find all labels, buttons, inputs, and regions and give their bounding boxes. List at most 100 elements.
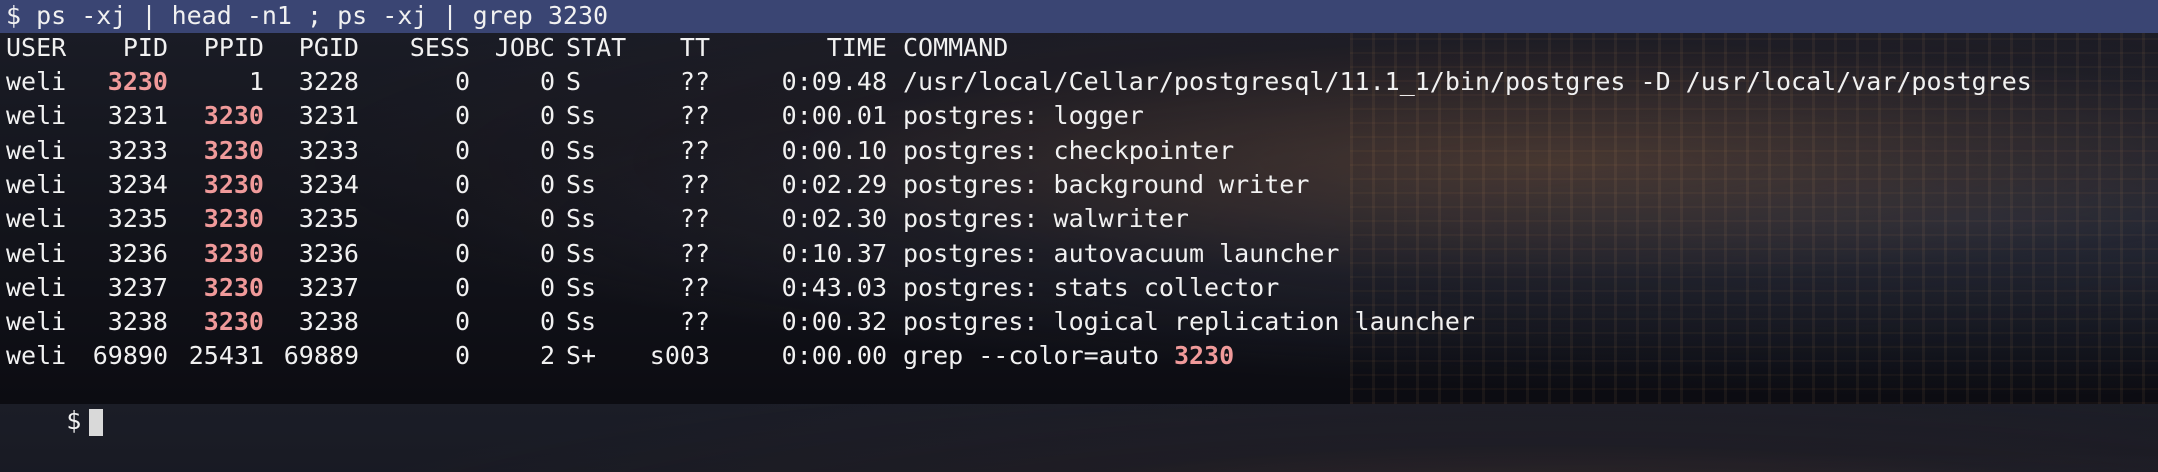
- cell-time: 0:00.01: [781, 101, 887, 131]
- cell-sess: 0: [454, 341, 470, 371]
- prompt-symbol: $: [66, 406, 82, 435]
- grep-match: 3230: [203, 238, 264, 268]
- grep-match: 3230: [1173, 341, 1235, 371]
- cell-time: 0:00.00: [781, 341, 887, 371]
- cell-time: 0:09.48: [781, 67, 887, 96]
- table-header: USER PID PPID PGID SESS JOBC STAT TT TIME COMMAND: [0, 31, 2158, 65]
- cell-ppid: 25431: [188, 341, 264, 371]
- cell-user: weli: [6, 101, 67, 131]
- cell-sess: 0: [454, 67, 470, 96]
- cell-command: postgres: walwriter: [903, 204, 1189, 234]
- header-pgid: PGID: [298, 33, 359, 62]
- cell-time: 0:02.29: [781, 169, 887, 199]
- cell-user: weli: [6, 272, 67, 302]
- cell-jobc: 0: [539, 101, 555, 131]
- cell-ppid: 3230: [180, 134, 264, 168]
- cell-user: weli: [6, 238, 67, 268]
- cell-tt: ??: [679, 169, 710, 199]
- header-tt: TT: [679, 33, 710, 62]
- cell-ppid: 3230: [180, 271, 264, 305]
- cell-pid: 3230: [90, 65, 168, 99]
- cell-sess: 0: [454, 135, 470, 165]
- table-row: weli 3230 1 3228 0 0 S?? 0:09.48/usr/local/Cell…: [0, 65, 2158, 99]
- cell-user: weli: [6, 135, 67, 165]
- cell-pgid: 3237: [298, 272, 359, 302]
- cell-jobc: 0: [539, 169, 555, 199]
- table-row: weli 3236 3230 3236 0 0 Ss?? 0:10.37 postgres: a…: [0, 237, 2158, 271]
- header-user: USER: [6, 33, 67, 62]
- table-row: weli 3234 3230 3234 0 0 Ss?? 0:02.29 postgres: b…: [0, 168, 2158, 202]
- terminal-window[interactable]: $ ps -xj | head -n1 ; ps -xj | grep 3230…: [0, 0, 2158, 436]
- cell-tt: ??: [679, 135, 710, 165]
- cell-pgid: 69889: [283, 341, 359, 371]
- cell-jobc: 0: [539, 135, 555, 165]
- prompt-line[interactable]: $: [6, 370, 104, 436]
- cell-sess: 0: [454, 238, 470, 268]
- cell-ppid: 3230: [180, 237, 264, 271]
- table-row: weli 3231 3230 3231 0 0 Ss?? 0:00.01 postgres: l…: [0, 99, 2158, 133]
- header-time: TIME: [826, 33, 887, 62]
- cell-pgid: 3238: [298, 307, 359, 337]
- cell-stat: Ss: [566, 272, 597, 302]
- cell-command: postgres: autovacuum launcher: [903, 238, 1340, 268]
- cell-pid: 3235: [107, 204, 168, 234]
- cell-jobc: 0: [539, 204, 555, 234]
- table-row: weli 3233 3230 3233 0 0 Ss?? 0:00.10 postgres: c…: [0, 134, 2158, 168]
- cell-user: weli: [6, 204, 67, 234]
- cell-sess: 0: [454, 204, 470, 234]
- cell-pid: 3233: [107, 135, 168, 165]
- cell-pgid: 3236: [298, 238, 359, 268]
- cell-time: 0:02.30: [781, 204, 887, 234]
- table-row: weli 3238 3230 3238 0 0 Ss?? 0:00.32 postgres: l…: [0, 305, 2158, 339]
- cell-tt: ??: [679, 67, 710, 96]
- cell-stat: Ss: [566, 135, 597, 165]
- cell-tt: ??: [679, 204, 710, 234]
- cell-pid: 3234: [107, 169, 168, 199]
- cell-pgid: 3231: [298, 101, 359, 131]
- grep-match: 3230: [203, 101, 264, 131]
- cell-sess: 0: [454, 169, 470, 199]
- cell-command: postgres: logical replication launcher: [903, 307, 1475, 337]
- cell-pgid: 3234: [298, 169, 359, 199]
- cell-time: 0:43.03: [781, 272, 887, 302]
- cell-stat: Ss: [566, 307, 597, 337]
- cell-command: /usr/local/Cellar/postgresql/11.1_1/bin/…: [903, 67, 2032, 96]
- cell-pid: 3237: [107, 272, 168, 302]
- cell-tt: ??: [679, 101, 710, 131]
- cell-stat: S+: [566, 341, 597, 371]
- cell-tt: ??: [679, 307, 710, 337]
- cell-sess: 0: [454, 101, 470, 131]
- grep-match: 3230: [203, 169, 264, 199]
- cell-ppid: 3230: [180, 168, 264, 202]
- cell-ppid: 3230: [180, 202, 264, 236]
- cell-time: 0:10.37: [781, 238, 887, 268]
- grep-match: 3230: [203, 204, 264, 234]
- cell-jobc: 0: [539, 238, 555, 268]
- cell-command: postgres: logger: [903, 101, 1144, 131]
- table-row: weli 69890 25431 69889 0 2 S+ s003 0:00.00 grep -…: [0, 339, 2158, 373]
- cell-user: weli: [6, 67, 67, 96]
- cell-pgid: 3233: [298, 135, 359, 165]
- cell-tt: ??: [679, 238, 710, 268]
- cell-user: weli: [6, 341, 67, 371]
- cell-tt: ??: [679, 272, 710, 302]
- grep-match: 3230: [203, 135, 264, 165]
- cell-command: postgres: background writer: [903, 169, 1310, 199]
- header-sess: SESS: [409, 33, 470, 62]
- cell-pid: 3238: [107, 307, 168, 337]
- header-command: COMMAND: [903, 33, 1009, 62]
- cell-sess: 0: [454, 272, 470, 302]
- cell-time: 0:00.10: [781, 135, 887, 165]
- table-row: weli 3235 3230 3235 0 0 Ss?? 0:02.30 postgres: w…: [0, 202, 2158, 236]
- header-pid: PID: [122, 33, 168, 62]
- cell-pid: 3236: [107, 238, 168, 268]
- cell-stat: Ss: [566, 169, 597, 199]
- grep-match: 3230: [107, 67, 168, 96]
- cell-sess: 0: [454, 307, 470, 337]
- cell-user: weli: [6, 307, 67, 337]
- cell-jobc: 0: [539, 67, 555, 96]
- cell-time: 0:00.32: [781, 307, 887, 337]
- header-ppid: PPID: [203, 33, 264, 62]
- cell-tt: s003: [649, 341, 710, 371]
- table-row: weli 3237 3230 3237 0 0 Ss?? 0:43.03 postgres: s…: [0, 271, 2158, 305]
